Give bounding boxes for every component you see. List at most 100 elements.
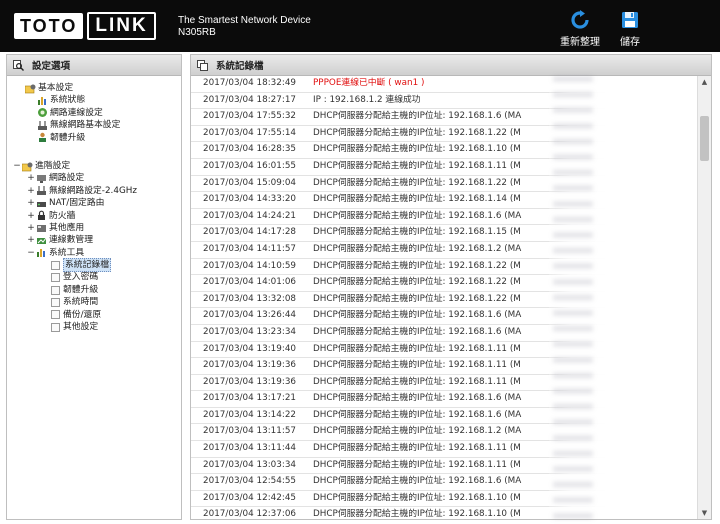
firmware-icon: [39, 133, 46, 143]
log-timestamp: 2017/03/04 14:10:59: [203, 260, 297, 271]
tree-item-backup-restore[interactable]: 備份/還原: [7, 309, 181, 321]
tree-item-nat[interactable]: + NAT/固定路由: [7, 197, 181, 209]
tree-item-system-status[interactable]: 系統狀態: [7, 94, 181, 106]
scroll-down-icon[interactable]: ▼: [698, 507, 711, 519]
refresh-button[interactable]: 重新整理: [554, 10, 606, 48]
privacy-blur: [549, 76, 697, 519]
tree-advanced-settings[interactable]: − 進階設定: [7, 160, 181, 172]
log-message: DHCP伺服器分配給主機的IP位址: 192.168.1.2 (MA: [313, 426, 522, 437]
tree-item-firewall[interactable]: + 防火牆: [7, 210, 181, 222]
log-message: PPPOE連線已中斷 ( wan1 ): [313, 78, 425, 88]
log-message: DHCP伺服器分配給主機的IP位址: 192.168.1.6 (MA: [313, 210, 522, 221]
scroll-thumb[interactable]: [700, 116, 709, 161]
tree-basic-label: 基本設定: [38, 83, 74, 93]
log-timestamp: 2017/03/04 13:19:36: [203, 376, 297, 387]
expand-icon[interactable]: +: [27, 222, 35, 234]
log-message: DHCP伺服器分配給主機的IP位址: 192.168.1.6 (MA: [313, 310, 522, 321]
log-timestamp: 2017/03/04 14:11:57: [203, 243, 297, 254]
tree-item-label: 其他應用: [49, 222, 85, 233]
log-message: DHCP伺服器分配給主機的IP位址: 192.168.1.10 (M: [313, 509, 521, 519]
network-icon: [38, 108, 47, 118]
expand-icon[interactable]: +: [27, 185, 35, 197]
sidebar-title: 設定選項: [32, 61, 71, 72]
log-timestamp: 2017/03/04 17:55:14: [203, 127, 297, 138]
log-scrollbar[interactable]: ▲ ▼: [697, 76, 711, 519]
tree-item-label: 系統記錄檔: [63, 258, 111, 273]
log-title: 系統記錄檔: [216, 61, 264, 72]
wireless-icon: [38, 120, 47, 130]
tree-item-firmware-upgrade[interactable]: 韌體升級: [7, 284, 181, 296]
log-message: DHCP伺服器分配給主機的IP位址: 192.168.1.22 (M: [313, 293, 521, 304]
log-timestamp: 2017/03/04 13:14:22: [203, 409, 297, 420]
tree-item-system-log[interactable]: 系統記錄檔: [7, 258, 181, 273]
collapse-icon[interactable]: −: [13, 160, 21, 172]
tree-item-label: NAT/固定路由: [49, 198, 105, 209]
page-icon: [51, 273, 60, 283]
bar-chart-icon: [37, 249, 45, 258]
tree-item-other-apps[interactable]: + 其他應用: [7, 222, 181, 234]
log-message: DHCP伺服器分配給主機的IP位址: 192.168.1.6 (MA: [313, 393, 522, 404]
log-header: 系統記錄檔: [191, 55, 711, 76]
log-timestamp: 2017/03/04 13:11:44: [203, 443, 297, 454]
tree-item-network-settings[interactable]: + 網路設定: [7, 172, 181, 184]
connection-icon: [37, 237, 47, 244]
expand-icon[interactable]: +: [27, 172, 35, 184]
save-button[interactable]: 儲存: [604, 10, 656, 48]
log-message: DHCP伺服器分配給主機的IP位址: 192.168.1.11 (M: [313, 443, 521, 454]
tree-item-other-settings[interactable]: 其他設定: [7, 321, 181, 333]
log-timestamp: 2017/03/04 13:32:08: [203, 293, 297, 304]
log-timestamp: 2017/03/04 14:33:20: [203, 194, 297, 205]
save-label: 儲存: [620, 37, 640, 48]
page-icon: [51, 297, 60, 307]
page-icon: [51, 310, 60, 320]
tagline-text: The Smartest Network Device: [178, 15, 311, 26]
wireless-icon: [37, 186, 46, 196]
logo-part2: LINK: [87, 12, 156, 40]
expand-icon[interactable]: +: [27, 234, 35, 246]
sidebar-header: 設定選項: [7, 55, 181, 76]
log-timestamp: 2017/03/04 14:17:28: [203, 227, 297, 238]
tree-item-label: 網路連線設定: [50, 107, 103, 118]
tree-item-label: 網路設定: [49, 173, 85, 184]
top-header: TOTO LINK The Smartest Network Device N3…: [0, 0, 720, 52]
tree-item-network-connection[interactable]: 網路連線設定: [7, 107, 181, 119]
tree-item-wireless-24[interactable]: + 無線網路設定-2.4GHz: [7, 185, 181, 197]
log-message: DHCP伺服器分配給主機的IP位址: 192.168.1.6 (MA: [313, 326, 522, 337]
tree-item-label: 其他設定: [63, 322, 99, 333]
tree-item-label: 連線數管理: [49, 235, 93, 246]
scroll-up-icon[interactable]: ▲: [698, 76, 711, 88]
log-message: DHCP伺服器分配給主機的IP位址: 192.168.1.10 (M: [313, 144, 521, 155]
log-message: DHCP伺服器分配給主機的IP位址: 192.168.1.11 (M: [313, 360, 521, 371]
expand-icon[interactable]: +: [27, 210, 35, 222]
tree-item-wireless-basic[interactable]: 無線網路基本設定: [7, 119, 181, 131]
log-message: DHCP伺服器分配給主機的IP位址: 192.168.1.6 (MA: [313, 409, 522, 420]
expand-icon[interactable]: +: [27, 197, 35, 209]
magnifier-icon: [13, 59, 24, 71]
tree-basic-settings[interactable]: 基本設定: [7, 82, 181, 94]
tree-item-connection-mgmt[interactable]: + 連線數管理: [7, 234, 181, 246]
log-message: DHCP伺服器分配給主機的IP位址: 192.168.1.6 (MA: [313, 476, 522, 487]
tree-advanced-label: 進階設定: [35, 160, 71, 171]
tagline-block: The Smartest Network Device N305RB: [178, 15, 311, 39]
folder-gear-icon: [22, 162, 33, 171]
log-timestamp: 2017/03/04 16:28:35: [203, 144, 297, 155]
tree-item-label: 無線網路基本設定: [50, 120, 121, 131]
log-timestamp: 2017/03/04 12:42:45: [203, 492, 297, 503]
settings-sidebar: 設定選項 基本設定 系統狀態 網路連線設定 無線網路基本設定 韌體升級 − 進階…: [6, 54, 182, 520]
tree-item-system-time[interactable]: 系統時間: [7, 296, 181, 308]
log-timestamp: 2017/03/04 14:01:06: [203, 277, 297, 288]
tree-item-label: 防火牆: [49, 210, 76, 221]
tree-item-label: 系統狀態: [50, 95, 86, 106]
tree-item-login-password[interactable]: 登入密碼: [7, 271, 181, 283]
log-message: DHCP伺服器分配給主機的IP位址: 192.168.1.6 (MA: [313, 111, 522, 122]
page-icon: [51, 260, 60, 270]
tree-item-firmware-basic[interactable]: 韌體升級: [7, 132, 181, 144]
page-icon: [51, 285, 60, 295]
network-icon: [37, 175, 46, 184]
log-message: DHCP伺服器分配給主機的IP位址: 192.168.1.22 (M: [313, 177, 521, 188]
collapse-icon[interactable]: −: [27, 247, 35, 259]
log-timestamp: 2017/03/04 16:01:55: [203, 160, 297, 171]
system-log-panel: 系統記錄檔 2017/03/04 18:32:49 PPPOE連線已中斷 ( wa…: [190, 54, 712, 520]
refresh-icon: [571, 10, 589, 29]
log-message: DHCP伺服器分配給主機的IP位址: 192.168.1.11 (M: [313, 343, 521, 354]
